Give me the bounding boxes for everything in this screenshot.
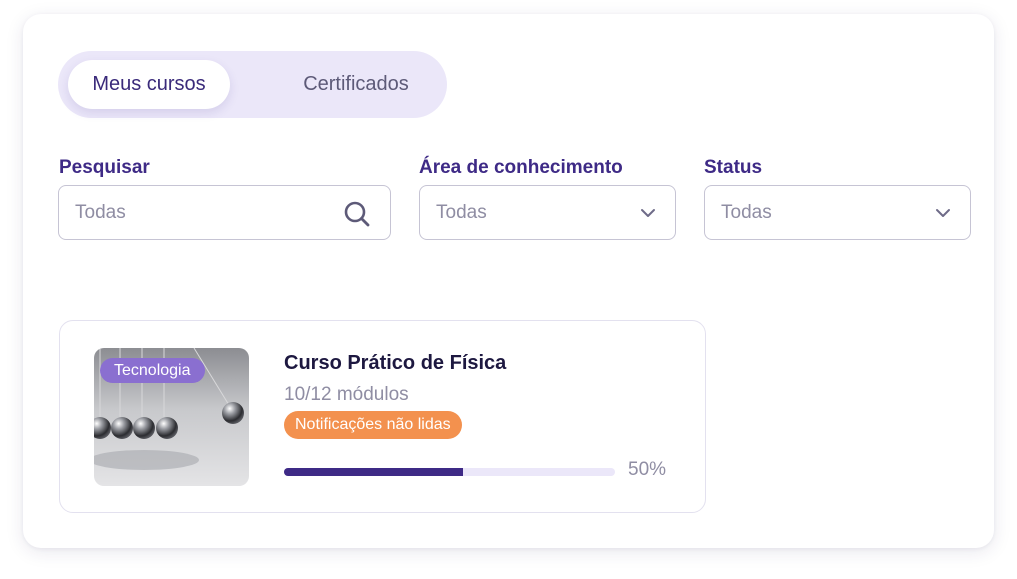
search-label: Pesquisar: [59, 157, 150, 178]
status-select-value: Todas: [721, 202, 772, 223]
tab-meus-cursos[interactable]: Meus cursos: [68, 60, 230, 109]
courses-panel: Meus cursos Certificados Pesquisar Todas…: [23, 14, 994, 548]
chevron-down-icon: [935, 206, 951, 224]
area-select-value: Todas: [436, 202, 487, 223]
notification-badge: Notificações não lidas: [284, 411, 462, 439]
course-card[interactable]: Tecnologia Curso Prático de Física 10/12…: [59, 320, 706, 513]
tab-certificados[interactable]: Certificados: [278, 60, 434, 109]
progress-bar-fill: [284, 468, 463, 476]
category-badge: Tecnologia: [100, 358, 205, 383]
status-label: Status: [704, 157, 763, 178]
status-select[interactable]: Todas: [704, 185, 971, 240]
area-label: Área de conhecimento: [419, 157, 623, 178]
area-select[interactable]: Todas: [419, 185, 676, 240]
search-input[interactable]: Todas: [58, 185, 391, 240]
tab-switcher: Meus cursos Certificados: [58, 51, 447, 118]
course-title[interactable]: Curso Prático de Física: [284, 352, 506, 375]
progress-bar: [284, 468, 615, 476]
search-icon[interactable]: [343, 200, 371, 233]
progress-percent: 50%: [628, 459, 667, 480]
course-modules-count: 10/12 módulos: [284, 384, 409, 405]
course-thumbnail: Tecnologia: [94, 348, 249, 486]
search-input-value: Todas: [75, 202, 126, 223]
chevron-down-icon: [640, 206, 656, 224]
